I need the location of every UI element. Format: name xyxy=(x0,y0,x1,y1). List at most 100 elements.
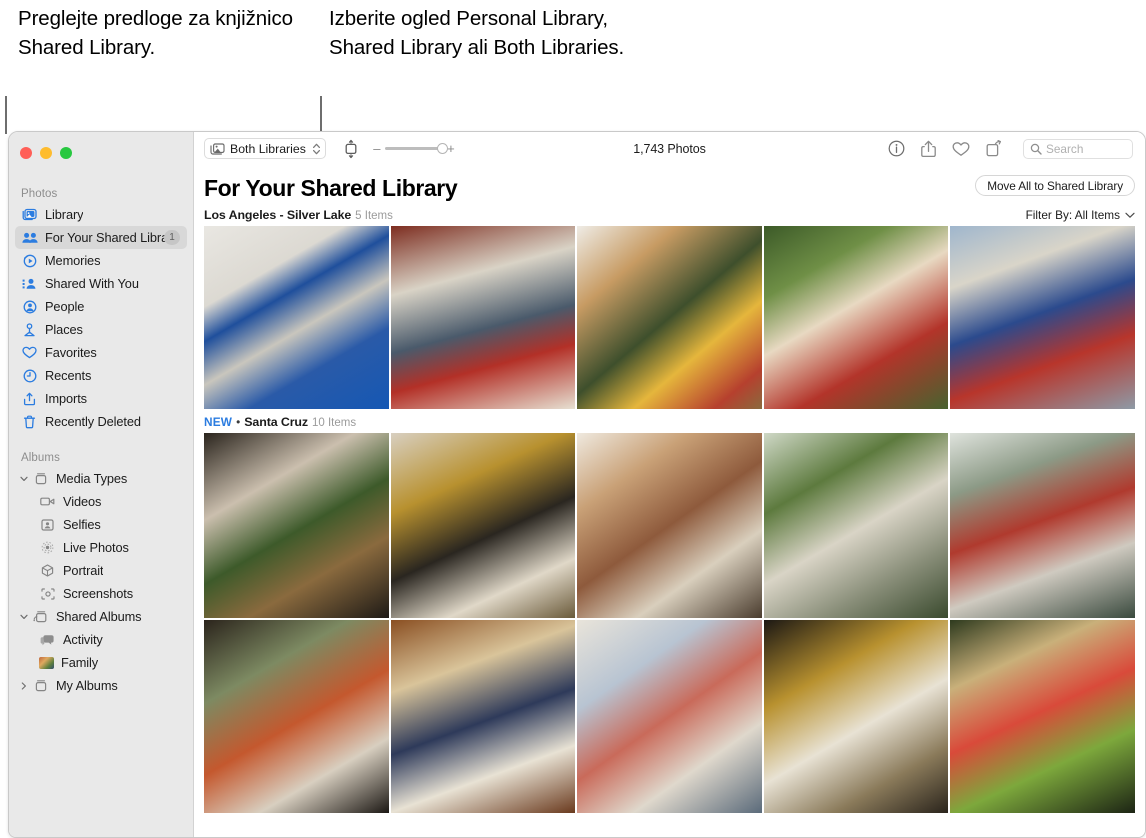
library-icon xyxy=(21,207,38,222)
import-icon xyxy=(21,391,38,406)
photo-thumbnail[interactable] xyxy=(763,226,949,409)
sidebar-item-label: Selfies xyxy=(63,517,101,532)
sidebar-item-label: Videos xyxy=(63,494,102,509)
sidebar-item-label: Memories xyxy=(45,253,101,268)
sidebar-item-live-photos[interactable]: Live Photos xyxy=(15,536,187,559)
sidebar-item-label: For Your Shared Library xyxy=(45,230,179,245)
photo-thumbnail[interactable] xyxy=(950,433,1135,618)
search-field[interactable]: Search xyxy=(1023,138,1133,159)
activity-icon xyxy=(39,632,56,647)
photo-thumbnail[interactable] xyxy=(763,620,949,813)
photo-thumbnail[interactable] xyxy=(950,620,1135,813)
sidebar-item-imports[interactable]: Imports xyxy=(15,387,187,410)
photo-thumbnail[interactable] xyxy=(390,226,576,409)
portrait-icon xyxy=(39,563,56,578)
search-icon xyxy=(1030,143,1042,155)
photo-thumbnail[interactable] xyxy=(577,433,762,618)
sidebar-item-label: Screenshots xyxy=(63,586,134,601)
person-circle-icon xyxy=(21,299,38,314)
toolbar-actions: Search xyxy=(888,138,1133,159)
heart-icon[interactable] xyxy=(952,141,970,157)
sidebar-section-photos-title: Photos xyxy=(21,188,58,200)
chevron-down-icon[interactable] xyxy=(19,612,29,622)
sidebar-item-favorites[interactable]: Favorites xyxy=(15,341,187,364)
shared-album-icon xyxy=(32,609,49,624)
library-picker-dropdown[interactable]: Both Libraries xyxy=(204,138,326,159)
chevron-down-icon[interactable] xyxy=(19,474,29,484)
sidebar-item-activity[interactable]: Activity xyxy=(15,628,187,651)
sidebar-item-my-albums[interactable]: My Albums xyxy=(15,674,187,697)
section-header-santa-cruz: NEW • Santa Cruz 10 Items xyxy=(204,409,1135,433)
info-circle-icon[interactable] xyxy=(888,140,905,157)
section-separator: • xyxy=(236,415,241,429)
aspect-ratio-icon[interactable] xyxy=(342,139,360,159)
sidebar-item-memories[interactable]: Memories xyxy=(15,249,187,272)
photo-thumbnail[interactable] xyxy=(577,620,762,813)
photo-thumbnail[interactable] xyxy=(204,433,389,618)
minimize-button[interactable] xyxy=(40,147,52,159)
photo-thumbnail[interactable] xyxy=(204,620,389,813)
sidebar-item-label: Activity xyxy=(63,632,103,647)
sidebar-item-shared-with-you[interactable]: Shared With You xyxy=(15,272,187,295)
sidebar-item-portrait[interactable]: Portrait xyxy=(15,559,187,582)
sidebar-item-media-types[interactable]: Media Types xyxy=(15,467,187,490)
move-all-to-shared-library-button[interactable]: Move All to Shared Library xyxy=(975,175,1135,196)
rotate-icon[interactable] xyxy=(986,140,1003,157)
library-picker-label: Both Libraries xyxy=(230,141,306,156)
people-shared-icon xyxy=(21,230,38,245)
page-title: For Your Shared Library xyxy=(204,175,458,201)
zoom-slider-group[interactable]: – + xyxy=(372,141,456,156)
filter-by-dropdown[interactable]: Filter By: All Items xyxy=(1026,208,1135,222)
sidebar-item-selfies[interactable]: Selfies xyxy=(15,513,187,536)
share-icon[interactable] xyxy=(921,140,936,158)
sidebar-item-places[interactable]: Places xyxy=(15,318,187,341)
sidebar-item-for-your-shared-library[interactable]: For Your Shared Library 1 xyxy=(15,226,187,249)
callout-right-text: Izberite ogled Personal Library, Shared … xyxy=(329,7,625,59)
section-count: 10 Items xyxy=(311,417,357,429)
photo-thumbnail[interactable] xyxy=(390,620,576,813)
album-icon xyxy=(32,678,49,693)
sidebar-item-library[interactable]: Library xyxy=(15,203,187,226)
sidebar-item-label: Favorites xyxy=(45,345,97,360)
search-placeholder: Search xyxy=(1046,141,1084,156)
zoom-slider-track[interactable] xyxy=(384,142,448,154)
sidebar-item-family[interactable]: Family xyxy=(15,651,187,674)
zoom-out-label[interactable]: – xyxy=(372,141,382,156)
close-button[interactable] xyxy=(20,147,32,159)
sidebar-section-albums-title: Albums xyxy=(21,452,60,464)
callout-left-text: Preglejte predloge za knjižnico Shared L… xyxy=(18,7,293,59)
section-name: Santa Cruz xyxy=(244,415,308,429)
chevron-up-down-icon xyxy=(312,142,321,156)
sidebar-item-screenshots[interactable]: Screenshots xyxy=(15,582,187,605)
sidebar-item-label: Shared Albums xyxy=(56,609,142,624)
photo-thumbnail[interactable] xyxy=(577,226,762,409)
library-stack-icon xyxy=(210,142,225,155)
clock-icon xyxy=(21,368,38,383)
memories-icon xyxy=(21,253,38,268)
zoom-slider-thumb[interactable] xyxy=(436,142,448,154)
photo-thumbnail[interactable] xyxy=(204,226,389,409)
sidebar-item-label: Shared With You xyxy=(45,276,139,291)
photo-thumbnail[interactable] xyxy=(763,433,949,618)
trash-icon xyxy=(21,414,38,429)
sidebar-item-recents[interactable]: Recents xyxy=(15,364,187,387)
sidebar-item-recently-deleted[interactable]: Recently Deleted xyxy=(15,410,187,433)
sidebar-item-videos[interactable]: Videos xyxy=(15,490,187,513)
sidebar-item-label: Family xyxy=(61,655,99,670)
photo-row-santa-cruz-2 xyxy=(204,620,1135,813)
sidebar-item-label: Places xyxy=(45,322,83,337)
sidebar-item-badge: 1 xyxy=(164,230,180,245)
sidebar-item-label: Recently Deleted xyxy=(45,414,141,429)
heart-icon xyxy=(21,345,38,360)
toolbar: Both Libraries – + 1,743 Photos Search xyxy=(194,132,1145,165)
live-photo-icon xyxy=(39,540,56,555)
photo-row-santa-cruz-1 xyxy=(204,433,1135,618)
photo-thumbnail[interactable] xyxy=(390,433,576,618)
photo-thumbnail[interactable] xyxy=(950,226,1135,409)
zoom-button[interactable] xyxy=(60,147,72,159)
chevron-right-icon[interactable] xyxy=(19,681,29,691)
sidebar-item-shared-albums[interactable]: Shared Albums xyxy=(15,605,187,628)
sidebar-item-people[interactable]: People xyxy=(15,295,187,318)
album-icon xyxy=(32,471,49,486)
sidebar-item-label: Live Photos xyxy=(63,540,129,555)
